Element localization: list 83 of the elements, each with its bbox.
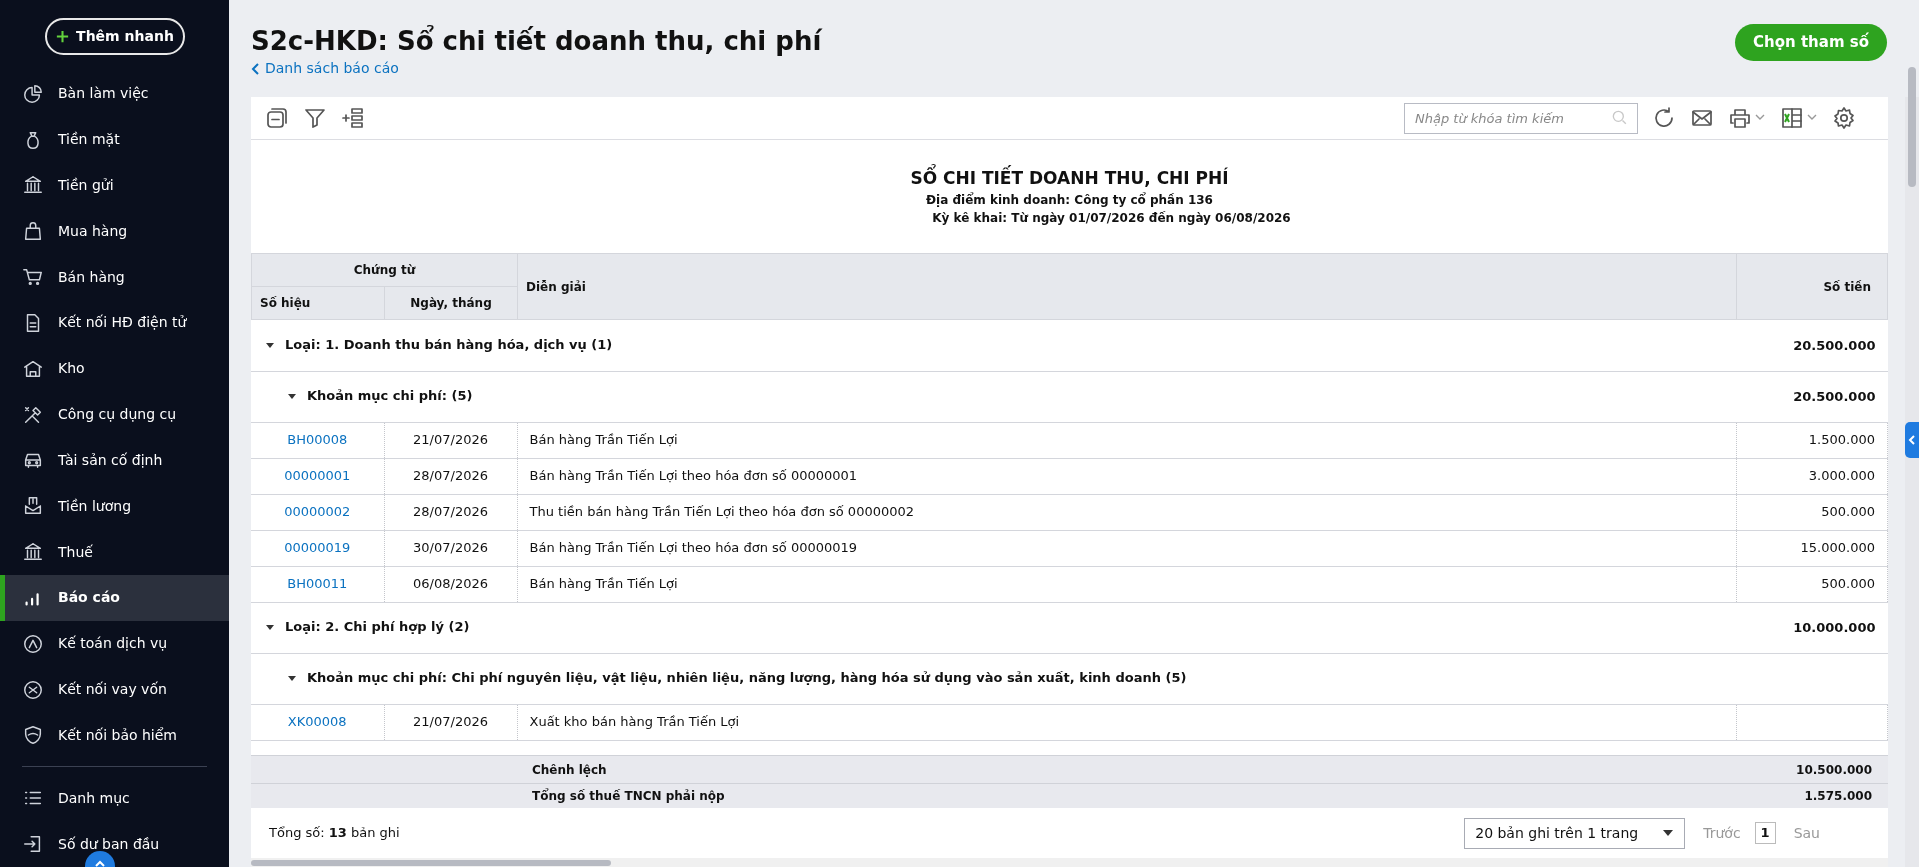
scrollbar-thumb[interactable] — [251, 860, 611, 866]
sidebar-item[interactable]: Công cụ dụng cụ — [0, 391, 229, 438]
table-cell: 3.000.000 — [1736, 458, 1888, 494]
page-size-select[interactable]: 20 bản ghi trên 1 trang — [1464, 817, 1686, 849]
shield-icon — [22, 724, 44, 747]
sidebar-item[interactable]: Số dư ban đầu — [0, 821, 229, 867]
group-label: Loại: 2. Chi phí hợp lý (2) — [285, 618, 470, 637]
table-cell: Bán hàng Trần Tiến Lợi theo hóa đơn số 00000019 — [517, 530, 1737, 566]
column-header: Số hiệu — [251, 286, 385, 320]
add-row-icon[interactable] — [341, 106, 365, 130]
summary-value: 10.500.000 — [1796, 762, 1872, 777]
scrollbar-thumb[interactable] — [1908, 67, 1916, 187]
filter-icon[interactable] — [303, 106, 327, 130]
voucher-link[interactable]: BH00008 — [287, 432, 348, 448]
collapse-icon[interactable] — [265, 106, 289, 130]
group-total: 20.500.000 — [1793, 388, 1876, 404]
table-cell: Thu tiền bán hàng Trần Tiến Lợi theo hóa đơn số 00000002 — [517, 494, 1737, 530]
chevron-left-icon — [251, 62, 261, 75]
sidebar-item[interactable]: Kế toán dịch vụ — [0, 620, 229, 667]
summary-value: 1.575.000 — [1804, 789, 1872, 803]
group-label: Khoản mục chi phí: Chi phí nguyên liệu, vật liệu, nhiên liệu, năng lượng, hàng hóa sử dụng vào sản xuất, kinh doanh (5) — [307, 669, 1187, 688]
sidebar-item[interactable]: Bán hàng — [0, 254, 229, 301]
sidebar-item[interactable]: Kho — [0, 345, 229, 392]
record-count: Tổng số: 13 bản ghi — [269, 824, 400, 843]
sidebar-item[interactable]: Mua hàng — [0, 208, 229, 255]
table-cell: 15.000.000 — [1736, 530, 1888, 566]
shopping-bag-icon — [22, 220, 44, 243]
table-cell: 500.000 — [1736, 494, 1888, 530]
summary-label: Chênh lệch — [532, 762, 607, 777]
table-cell: Bán hàng Trần Tiến Lợi theo hóa đơn số 00000001 — [517, 458, 1737, 494]
group-label: Khoản mục chi phí: (5) — [307, 387, 473, 406]
sidebar-item[interactable]: Tiền lương — [0, 483, 229, 530]
table-cell: 500.000 — [1736, 566, 1888, 602]
table-cell: 30/07/2026 — [384, 530, 517, 566]
group-total: 10.000.000 — [1793, 619, 1876, 635]
triangle-circle-icon — [22, 632, 44, 655]
page-number[interactable]: 1 — [1754, 822, 1776, 844]
column-header: Số tiền — [1736, 253, 1888, 320]
table-cell: 21/07/2026 — [384, 422, 517, 458]
table-cell: Xuất kho bán hàng Trần Tiến Lợi — [517, 704, 1737, 740]
sidebar-item[interactable]: Kết nối vay vốn — [0, 666, 229, 713]
column-header: Chứng từ — [251, 253, 518, 287]
refresh-icon[interactable] — [1652, 106, 1676, 130]
chevron-left-icon — [1908, 435, 1916, 445]
collapse-panel-button[interactable] — [1905, 422, 1919, 458]
spreadsheet-icon[interactable] — [1780, 106, 1804, 130]
quick-add-button[interactable]: Thêm nhanh — [44, 18, 185, 55]
back-link[interactable]: Danh sách báo cáo — [251, 58, 399, 79]
table-cell: 1.500.000 — [1736, 422, 1888, 458]
sidebar-item[interactable]: Kết nối HĐ điện tử — [0, 300, 229, 346]
settings-icon[interactable] — [1832, 106, 1856, 130]
sidebar-item[interactable]: Danh mục — [0, 775, 229, 822]
report-title: SỔ CHI TIẾT DOANH THU, CHI PHÍ — [910, 165, 1229, 192]
sidebar-item[interactable]: Báo cáo — [0, 575, 229, 621]
voucher-link[interactable]: 00000001 — [284, 468, 351, 484]
pie-chart-icon — [22, 82, 44, 105]
table-cell: 28/07/2026 — [384, 494, 517, 530]
voucher-link[interactable]: BH00011 — [287, 576, 348, 592]
sidebar-item[interactable]: Bàn làm việc — [0, 70, 229, 117]
table-cell: 06/08/2026 — [384, 566, 517, 602]
sidebar-item[interactable]: Kết nối bảo hiểm — [0, 712, 229, 759]
report-subtitle: Kỳ kê khai: Từ ngày 01/07/2026 đến ngày 06/08/2026 — [932, 210, 1291, 228]
column-header: Ngày, tháng — [384, 286, 518, 320]
sidebar-item[interactable]: Thuế — [0, 529, 229, 575]
plus-icon — [55, 28, 71, 44]
page-title: S2c-HKD: Sổ chi tiết doanh thu, chi phí — [251, 24, 822, 58]
sidebar-item[interactable]: Tiền mặt — [0, 116, 229, 163]
table-cell: Bán hàng Trần Tiến Lợi — [517, 422, 1737, 458]
voucher-link[interactable]: 00000002 — [284, 504, 351, 520]
report-subtitle: Địa điểm kinh doanh: Công ty cổ phần 136 — [926, 191, 1213, 210]
search-field[interactable]: Nhập từ khóa tìm kiếm — [1404, 102, 1638, 134]
summary-label: Tổng số thuế TNCN phải nộp — [532, 789, 725, 803]
table-cell: 28/07/2026 — [384, 458, 517, 494]
column-header: Diễn giải — [517, 253, 1737, 320]
group-label: Loại: 1. Doanh thu bán hàng hóa, dịch vụ (1) — [285, 336, 613, 355]
table-cell: Bán hàng Trần Tiến Lợi — [517, 566, 1737, 602]
printer-icon[interactable] — [1728, 106, 1752, 130]
voucher-link[interactable]: 00000019 — [284, 540, 351, 556]
group-total: 20.500.000 — [1793, 337, 1876, 353]
sidebar-item[interactable]: Tài sản cố định — [0, 437, 229, 484]
sidebar-item[interactable]: Tiền gửi — [0, 162, 229, 209]
table-cell: 21/07/2026 — [384, 704, 517, 740]
voucher-link[interactable]: XK00008 — [287, 714, 347, 730]
